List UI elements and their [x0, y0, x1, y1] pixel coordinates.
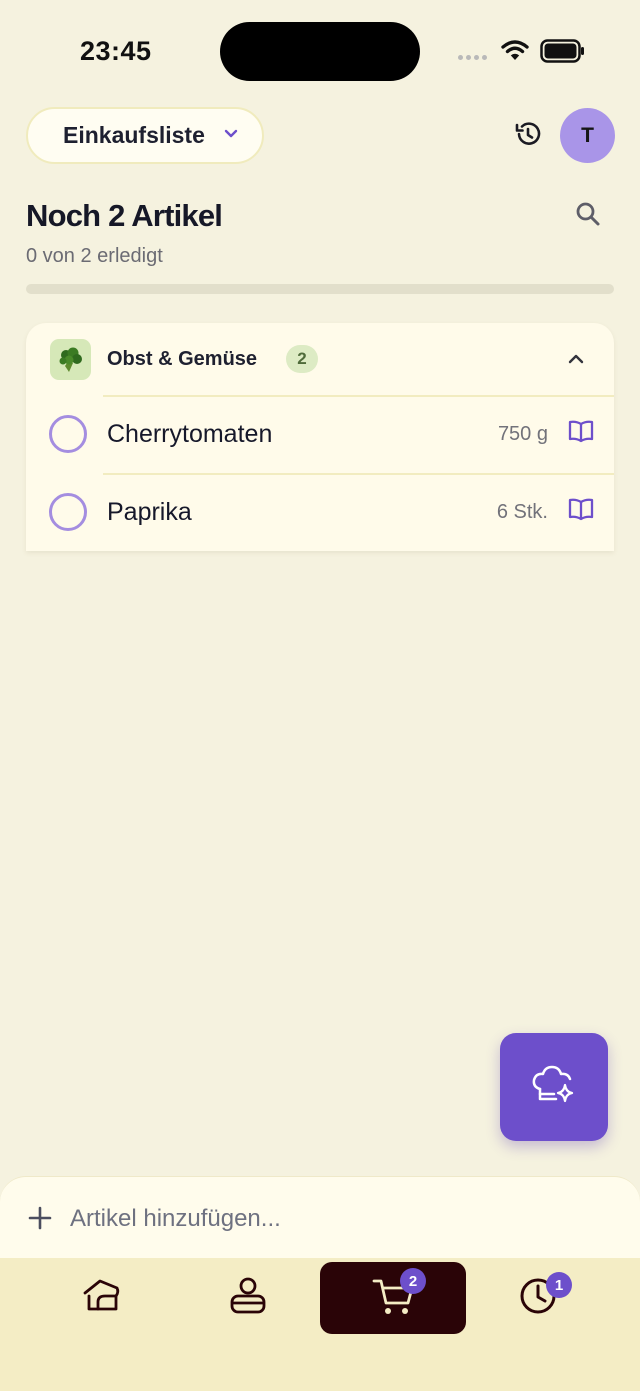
history-count-badge: 1 [546, 1272, 572, 1298]
search-icon [574, 200, 602, 233]
ai-chef-button[interactable] [500, 1033, 608, 1141]
category-header[interactable]: Obst & Gemüse 2 [26, 323, 614, 395]
book-icon [567, 419, 595, 448]
recipe-book-button[interactable] [566, 418, 596, 448]
item-quantity: 6 Stk. [496, 501, 548, 523]
item-name: Paprika [107, 498, 192, 526]
search-button[interactable] [572, 200, 604, 232]
broccoli-icon [50, 339, 91, 380]
pantry-icon [227, 1274, 269, 1323]
add-item-bar [0, 1176, 640, 1258]
tab-shopping-cart[interactable]: 2 [320, 1262, 466, 1334]
page-title: Noch 2 Artikel [26, 198, 223, 233]
item-name: Cherrytomaten [107, 420, 273, 448]
item-checkbox[interactable] [49, 493, 87, 531]
history-icon [512, 118, 544, 155]
list-item[interactable]: Cherrytomaten 750 g [26, 395, 614, 473]
add-item-input[interactable] [70, 1197, 610, 1241]
progress-text: 0 von 2 erledigt [26, 245, 163, 267]
category-count-badge: 2 [286, 345, 318, 373]
avatar[interactable]: T [560, 108, 615, 163]
divider [103, 395, 614, 397]
battery-icon [540, 38, 586, 69]
cart-count-badge: 2 [400, 1268, 426, 1294]
item-quantity: 750 g [497, 423, 548, 445]
status-time: 23:45 [80, 36, 152, 66]
list-item[interactable]: Paprika 6 Stk. [26, 473, 614, 551]
divider [103, 473, 614, 475]
progress-bar [26, 284, 614, 294]
list-selector-label: Einkaufsliste [63, 122, 205, 148]
chef-hat-sparkle-icon [530, 1063, 578, 1112]
chevron-up-icon[interactable] [564, 347, 588, 371]
list-selector-dropdown[interactable]: Einkaufsliste [26, 107, 264, 164]
chevron-down-icon [223, 127, 239, 145]
tab-pantry[interactable] [210, 1262, 286, 1334]
dynamic-island [220, 22, 420, 81]
tab-bar: 2 1 [0, 1258, 640, 1391]
category-card: Obst & Gemüse 2 Cherrytomaten 750 g Papr… [26, 323, 614, 551]
history-button[interactable] [510, 118, 546, 154]
tab-history[interactable]: 1 [500, 1262, 576, 1334]
plus-icon[interactable] [27, 1205, 53, 1231]
category-name: Obst & Gemüse [107, 348, 258, 370]
tab-home[interactable] [64, 1262, 140, 1334]
book-icon [567, 497, 595, 526]
wifi-icon [500, 38, 530, 69]
cellular-signal-icon [458, 55, 487, 60]
item-checkbox[interactable] [49, 415, 87, 453]
status-bar: 23:45 [0, 0, 640, 100]
recipe-book-button[interactable] [566, 496, 596, 526]
home-icon [81, 1276, 123, 1321]
